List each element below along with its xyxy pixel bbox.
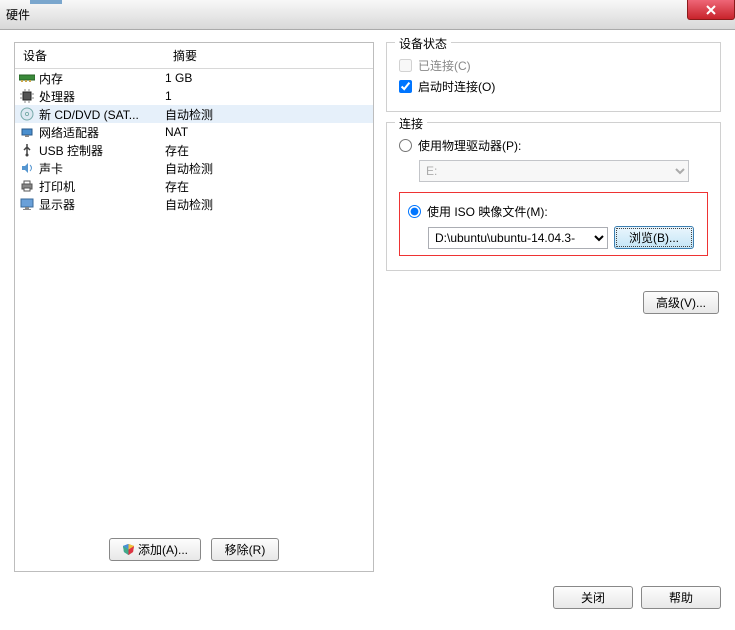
hw-summary: 1 GB <box>165 71 369 85</box>
browse-button[interactable]: 浏览(B)... <box>614 226 694 249</box>
advanced-row: 高级(V)... <box>386 291 721 314</box>
hardware-list[interactable]: 设备 摘要 内存 1 GB 处理器 1 新 CD/DVD (SAT... 自动检… <box>15 43 373 528</box>
hw-name: 声卡 <box>39 160 165 177</box>
hw-summary: 1 <box>165 89 369 103</box>
hw-row-usb[interactable]: USB 控制器 存在 <box>15 141 373 159</box>
col-header-summary[interactable]: 摘要 <box>165 43 373 68</box>
hw-row-memory[interactable]: 内存 1 GB <box>15 69 373 87</box>
hw-name: 打印机 <box>39 178 165 195</box>
dialog-footer: 关闭 帮助 <box>0 578 735 619</box>
memory-icon <box>19 70 35 86</box>
title-bar: 硬件 <box>0 0 735 30</box>
hw-row-printer[interactable]: 打印机 存在 <box>15 177 373 195</box>
processor-icon <box>19 88 35 104</box>
hardware-list-header: 设备 摘要 <box>15 43 373 69</box>
col-header-device[interactable]: 设备 <box>15 43 165 68</box>
printer-icon <box>19 178 35 194</box>
disc-icon <box>19 106 35 122</box>
usb-icon <box>19 142 35 158</box>
connection-group: 连接 使用物理驱动器(P): E: 使用 ISO 映像文件(M): D:\ubu… <box>386 122 721 271</box>
close-button[interactable]: 关闭 <box>553 586 633 609</box>
use-physical-radio[interactable] <box>399 139 412 152</box>
hw-row-network[interactable]: 网络适配器 NAT <box>15 123 373 141</box>
hardware-list-panel: 设备 摘要 内存 1 GB 处理器 1 新 CD/DVD (SAT... 自动检… <box>14 42 374 572</box>
accent-corner <box>30 0 62 4</box>
hw-summary: 自动检测 <box>165 196 369 213</box>
close-window-button[interactable] <box>687 0 735 20</box>
hw-summary: 存在 <box>165 142 369 159</box>
connect-on-poweron-checkbox[interactable] <box>399 80 412 93</box>
use-iso-label: 使用 ISO 映像文件(M): <box>427 203 548 220</box>
hw-summary: 存在 <box>165 178 369 195</box>
connect-on-poweron-label: 启动时连接(O) <box>418 78 495 95</box>
details-panel: 设备状态 已连接(C) 启动时连接(O) 连接 使用物理驱动器(P): E: <box>386 42 721 572</box>
remove-hardware-button[interactable]: 移除(R) <box>211 538 279 561</box>
connected-checkbox[interactable] <box>399 59 412 72</box>
use-iso-radio[interactable] <box>408 205 421 218</box>
hw-name: 新 CD/DVD (SAT... <box>39 106 165 123</box>
hw-name: 网络适配器 <box>39 124 165 141</box>
hw-row-sound[interactable]: 声卡 自动检测 <box>15 159 373 177</box>
hw-name: 显示器 <box>39 196 165 213</box>
network-icon <box>19 124 35 140</box>
hw-name: USB 控制器 <box>39 142 165 159</box>
iso-path-combo[interactable]: D:\ubuntu\ubuntu-14.04.3- <box>428 227 608 249</box>
hw-row-cd-dvd[interactable]: 新 CD/DVD (SAT... 自动检测 <box>15 105 373 123</box>
shield-icon <box>122 543 135 556</box>
dialog-content: 设备 摘要 内存 1 GB 处理器 1 新 CD/DVD (SAT... 自动检… <box>0 30 735 578</box>
sound-icon <box>19 160 35 176</box>
device-status-legend: 设备状态 <box>395 35 451 52</box>
hw-summary: 自动检测 <box>165 160 369 177</box>
close-icon <box>705 5 717 15</box>
hw-name: 内存 <box>39 70 165 87</box>
device-status-group: 设备状态 已连接(C) 启动时连接(O) <box>386 42 721 112</box>
add-btn-label: 添加(A)... <box>138 543 188 557</box>
hw-row-processor[interactable]: 处理器 1 <box>15 87 373 105</box>
connection-legend: 连接 <box>395 115 427 132</box>
use-physical-label: 使用物理驱动器(P): <box>418 137 521 154</box>
window-title: 硬件 <box>6 6 30 23</box>
help-button[interactable]: 帮助 <box>641 586 721 609</box>
iso-highlight-box: 使用 ISO 映像文件(M): D:\ubuntu\ubuntu-14.04.3… <box>399 192 708 256</box>
hw-name: 处理器 <box>39 88 165 105</box>
physical-drive-select[interactable]: E: <box>419 160 689 182</box>
connected-label: 已连接(C) <box>418 57 471 74</box>
hw-summary: NAT <box>165 125 369 139</box>
hw-summary: 自动检测 <box>165 106 369 123</box>
display-icon <box>19 196 35 212</box>
hw-row-display[interactable]: 显示器 自动检测 <box>15 195 373 213</box>
add-hardware-button[interactable]: 添加(A)... <box>109 538 201 561</box>
advanced-button[interactable]: 高级(V)... <box>643 291 719 314</box>
hardware-list-buttons: 添加(A)... 移除(R) <box>15 528 373 571</box>
